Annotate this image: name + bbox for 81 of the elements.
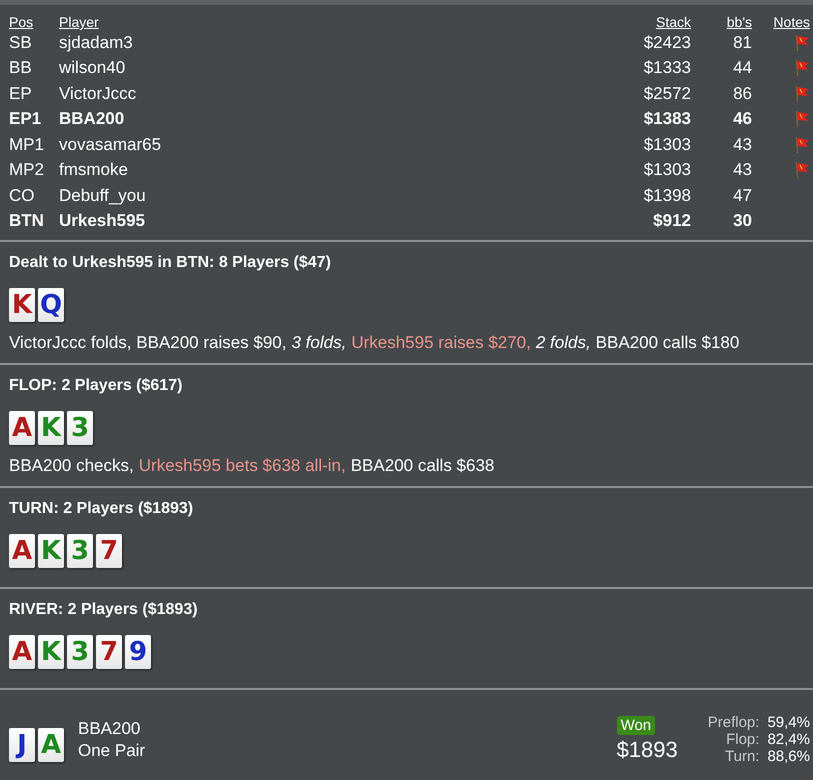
position-cell-text: EP1 bbox=[9, 108, 42, 130]
player-cell-text: sjdadam3 bbox=[59, 32, 134, 54]
flag-icon[interactable] bbox=[794, 59, 810, 78]
equity-label: Preflop: bbox=[708, 714, 760, 731]
stack-cell-text: $1383 bbox=[642, 108, 691, 130]
won-badge: Won bbox=[616, 716, 656, 735]
stack-cell-text: $1333 bbox=[642, 57, 691, 80]
stack-cell-text: $1398 bbox=[642, 184, 691, 207]
equity-label: Turn: bbox=[724, 748, 760, 765]
stack-cell-text: $1303 bbox=[642, 134, 691, 156]
bb-cell-text: 86 bbox=[732, 82, 752, 105]
playing-card: 3 bbox=[67, 635, 93, 669]
position-cell-text: BB bbox=[9, 57, 33, 80]
playing-card: 3 bbox=[67, 411, 93, 445]
stack-cell-text: $1303 bbox=[642, 159, 691, 182]
playing-card: J bbox=[9, 728, 35, 762]
action-text: Urkesh595 bets $638 all-in, bbox=[138, 456, 346, 476]
flag-icon[interactable] bbox=[794, 110, 810, 128]
player-cell-text: wilson40 bbox=[59, 57, 126, 80]
bb-cell-text: 47 bbox=[732, 184, 752, 207]
column-header[interactable]: bb's bbox=[691, 10, 752, 30]
playing-card: 9 bbox=[125, 635, 151, 669]
position-cell-text: MP2 bbox=[9, 159, 45, 182]
bb-cell-text: 43 bbox=[732, 134, 752, 156]
playing-card: K bbox=[38, 534, 64, 568]
bb-cell-text: 43 bbox=[732, 159, 752, 182]
action-text: 2 folds, bbox=[536, 333, 591, 353]
bb-cell-text: 46 bbox=[732, 108, 752, 130]
flag-icon[interactable] bbox=[794, 34, 810, 52]
bb-cell-text: 81 bbox=[732, 32, 752, 54]
playing-card: K bbox=[38, 635, 64, 669]
playing-card: 7 bbox=[96, 635, 122, 669]
column-header[interactable]: Stack bbox=[581, 10, 691, 30]
column-header[interactable]: Notes bbox=[752, 10, 810, 30]
bb-cell-text: 30 bbox=[732, 210, 752, 232]
stack-cell-text: $2423 bbox=[642, 32, 691, 54]
action-text: BBA200 checks, bbox=[9, 456, 134, 476]
playing-card: A bbox=[9, 411, 35, 445]
action-text: BBA200 calls $638 bbox=[350, 456, 494, 476]
equity-label: Flop: bbox=[725, 731, 760, 748]
playing-card: A bbox=[9, 534, 35, 568]
position-cell-text: SB bbox=[9, 32, 33, 54]
street-title: TURN: 2 Players ($1893) bbox=[9, 500, 194, 518]
playing-card: K bbox=[9, 288, 35, 322]
position-cell-text: BTN bbox=[9, 210, 45, 232]
action-text: Urkesh595 raises $270, bbox=[351, 333, 531, 353]
stack-cell-text: $2572 bbox=[642, 82, 691, 105]
player-name: BBA200 bbox=[78, 718, 142, 738]
player-cell-text: Urkesh595 bbox=[59, 210, 146, 232]
position-cell-text: MP1 bbox=[9, 134, 45, 156]
equity-value: 82,4% bbox=[767, 731, 810, 748]
bb-cell-text: 44 bbox=[732, 57, 752, 80]
action-text: VictorJccc folds, BBA200 raises $90, bbox=[9, 333, 286, 353]
action-text: 3 folds, bbox=[292, 333, 346, 353]
playing-card: Q bbox=[38, 288, 64, 322]
playing-card: A bbox=[38, 728, 64, 762]
street-title: FLOP: 2 Players ($617) bbox=[9, 377, 184, 395]
player-cell-text: VictorJccc bbox=[59, 82, 138, 105]
street-title: Dealt to Urkesh595 in BTN: 8 Players ($47) bbox=[9, 254, 332, 272]
equity-value: 88,6% bbox=[767, 748, 810, 765]
pot-amount: $1893 bbox=[616, 737, 678, 763]
column-header[interactable]: Player bbox=[59, 10, 581, 30]
playing-card: 3 bbox=[67, 534, 93, 568]
playing-card: 7 bbox=[96, 534, 122, 568]
position-cell-text: EP bbox=[9, 82, 33, 105]
playing-card: A bbox=[9, 635, 35, 669]
player-cell-text: vovasamar65 bbox=[59, 134, 162, 156]
action-text: BBA200 calls $180 bbox=[596, 333, 740, 353]
flag-icon[interactable] bbox=[794, 84, 810, 103]
playing-card: K bbox=[38, 411, 64, 445]
player-cell-text: Debuff_you bbox=[59, 184, 147, 207]
position-cell-text: CO bbox=[9, 184, 36, 207]
equity-value: 59,4% bbox=[767, 714, 810, 731]
hand-name: One Pair bbox=[78, 740, 146, 760]
street-title: RIVER: 2 Players ($1893) bbox=[9, 601, 199, 619]
flag-icon[interactable] bbox=[794, 136, 810, 154]
stack-cell-text: $912 bbox=[652, 210, 691, 232]
player-cell-text: BBA200 bbox=[59, 108, 126, 130]
flag-icon[interactable] bbox=[794, 161, 810, 180]
player-cell-text: fmsmoke bbox=[59, 159, 129, 182]
column-header[interactable]: Pos bbox=[9, 10, 59, 30]
